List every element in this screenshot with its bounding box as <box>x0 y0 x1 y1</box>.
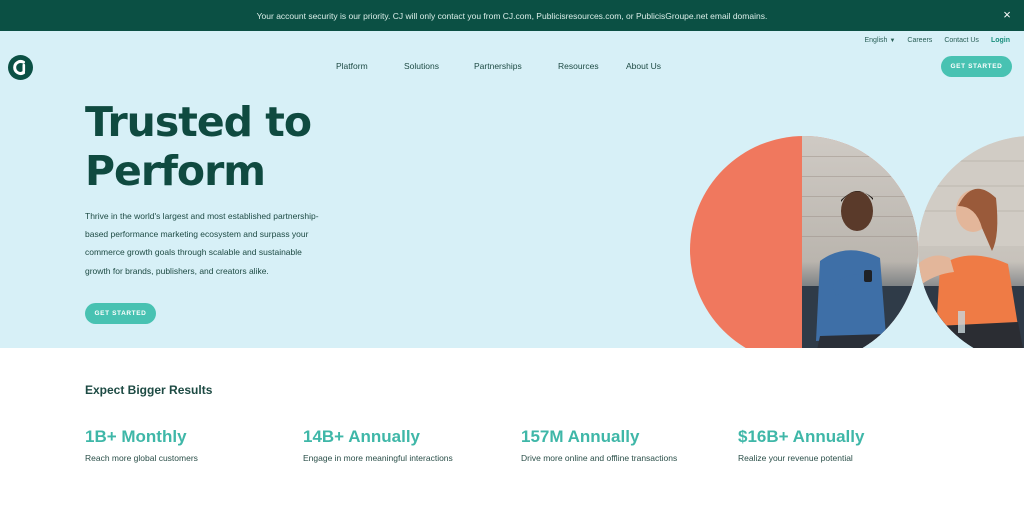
header-get-started-button[interactable]: GET STARTED <box>941 56 1012 77</box>
cj-logo-icon[interactable] <box>8 55 33 80</box>
stat-item: $16B+ Annually Realize your revenue pote… <box>738 427 948 463</box>
stat-value: 157M Annually <box>521 427 640 446</box>
stat-value: 1B+ Monthly <box>85 427 187 446</box>
login-link[interactable]: Login <box>991 37 1010 44</box>
stat-item: 14B+ Annually Engage in more meaningful … <box>303 427 513 463</box>
results-title: Expect Bigger Results <box>85 383 213 397</box>
nav-resources[interactable]: Resources <box>558 61 626 71</box>
language-selector[interactable]: English ▼ <box>864 37 895 44</box>
banner-text: Your account security is our priority. C… <box>256 10 768 21</box>
headline-line-1: Trusted to <box>85 98 312 146</box>
stat-description: Engage in more meaningful interactions <box>303 453 453 463</box>
close-icon[interactable]: × <box>1000 8 1014 22</box>
stat-description: Drive more online and offline transactio… <box>521 453 678 463</box>
hero-photo-woman <box>918 136 1024 348</box>
hero-coral-circle <box>690 136 918 348</box>
language-label: English <box>864 37 888 44</box>
utility-nav: English ▼ Careers Contact Us Login <box>864 37 1010 44</box>
nav-platform[interactable]: Platform <box>336 61 404 71</box>
hero-get-started-button[interactable]: GET STARTED <box>85 303 156 324</box>
stat-item: 1B+ Monthly Reach more global customers <box>85 427 295 463</box>
stat-value: 14B+ Annually <box>303 427 420 446</box>
nav-solutions[interactable]: Solutions <box>404 61 474 71</box>
nav-about-us[interactable]: About Us <box>626 61 661 71</box>
security-banner: Your account security is our priority. C… <box>0 0 1024 31</box>
stat-value: $16B+ Annually <box>738 427 865 446</box>
hero-headline: Trusted to Perform <box>85 98 375 196</box>
main-nav: Platform Solutions Partnerships Resource… <box>336 61 661 71</box>
stat-description: Reach more global customers <box>85 453 198 463</box>
hero-body-text: Thrive in the world's largest and most e… <box>85 211 319 276</box>
contact-link[interactable]: Contact Us <box>944 37 979 44</box>
headline-line-2: Perform <box>85 147 266 195</box>
hero-photo-man <box>802 136 918 348</box>
chevron-down-icon: ▼ <box>889 38 896 44</box>
careers-link[interactable]: Careers <box>907 37 932 44</box>
stat-item: 157M Annually Drive more online and offl… <box>521 427 731 463</box>
stat-description: Realize your revenue potential <box>738 453 853 463</box>
nav-partnerships[interactable]: Partnerships <box>474 61 558 71</box>
